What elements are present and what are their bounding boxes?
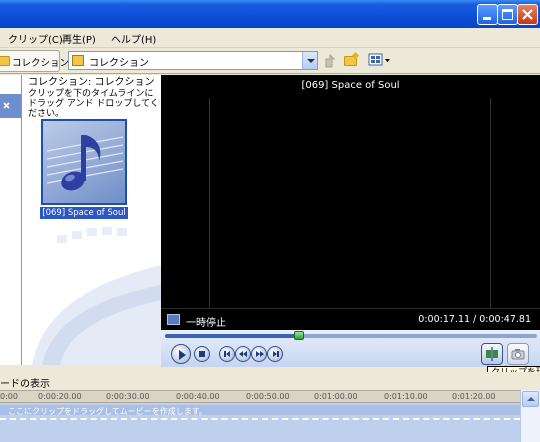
- storyboard-toggle-label[interactable]: ードの表示: [0, 375, 50, 390]
- playback-status: 一時停止: [186, 318, 226, 329]
- seek-thumb[interactable]: [294, 331, 304, 340]
- video-track[interactable]: ここにクリップをドラッグしてムービーを作成します。: [0, 403, 520, 442]
- close-pane-icon[interactable]: [0, 94, 21, 118]
- clip-thumbnail[interactable]: [41, 119, 127, 205]
- next-button[interactable]: [267, 346, 283, 362]
- views-button[interactable]: [368, 52, 392, 69]
- collection-pane: コレクション: コレクション クリップを下のタイムラインにドラッグ アンド ドロ…: [22, 75, 161, 365]
- clip-icon: [167, 314, 180, 325]
- ruler-tick: 0:01:00.00: [314, 392, 358, 401]
- collection-select-value: コレクション: [89, 58, 149, 69]
- menu-help[interactable]: ヘルプ(H): [111, 31, 156, 46]
- camera-icon: [511, 349, 525, 360]
- preview-title: [069] Space of Soul: [301, 80, 400, 91]
- split-clip-button[interactable]: [481, 343, 503, 365]
- folder-icon: [0, 56, 10, 66]
- timeline-ruler[interactable]: 0:00 0:00:20.00 0:00:30.00 0:00:40.00 0:…: [0, 390, 520, 403]
- storyboard-header: ードの表示: [0, 372, 540, 390]
- ruler-tick: 0:00:50.00: [246, 392, 290, 401]
- seek-bar-fill: [165, 334, 299, 338]
- take-picture-button[interactable]: [507, 343, 529, 365]
- ruler-tick: 0:00: [0, 392, 18, 401]
- minimize-icon: [483, 17, 491, 20]
- track-hint: ここにクリップをドラッグしてムービーを作成します。: [8, 407, 207, 416]
- clip-label[interactable]: [069] Space of Soul: [40, 207, 128, 219]
- ruler-tick: 0:00:30.00: [106, 392, 150, 401]
- collection-select[interactable]: コレクション: [68, 51, 318, 70]
- playback-time: 0:00:17.11 / 0:00:47.81: [418, 314, 531, 325]
- preview-monitor: [069] Space of Soul 一時停止 0:00:17.11 / 0:…: [161, 75, 540, 367]
- play-icon: [179, 350, 186, 360]
- collection-description: クリップを下のタイムラインにドラッグ アンド ドロップしてください。: [28, 89, 159, 119]
- filmstrip-watermark-icon: [32, 227, 161, 365]
- collections-button[interactable]: コレクション: [0, 50, 69, 72]
- music-note-icon: [46, 135, 124, 191]
- collection-icon: [72, 55, 84, 66]
- timeline-scrollbar[interactable]: [520, 390, 540, 442]
- title-bar: [0, 0, 540, 28]
- track-strip: ここにクリップをドラッグしてムービーを作成します。: [0, 405, 520, 416]
- forward-button[interactable]: [251, 346, 267, 362]
- maximize-button[interactable]: [497, 4, 518, 25]
- menu-clip[interactable]: クリップ(C): [8, 31, 63, 46]
- seek-bar[interactable]: [165, 331, 537, 340]
- scroll-up-icon[interactable]: [522, 391, 539, 407]
- up-folder-button[interactable]: [323, 53, 337, 68]
- ruler-tick: 0:00:20.00: [38, 392, 82, 401]
- up-arrow-icon: [325, 53, 336, 68]
- split-icon: [486, 347, 498, 361]
- menu-play[interactable]: 再生(P): [62, 31, 96, 46]
- collection-title: コレクション: コレクション: [28, 77, 155, 88]
- play-button[interactable]: [171, 344, 191, 364]
- previous-button[interactable]: [219, 346, 235, 362]
- menu-bar: クリップ(C) 再生(P) ヘルプ(H): [0, 28, 540, 48]
- collections-button-label: コレクション: [12, 58, 70, 69]
- track-drop-line: [0, 418, 520, 420]
- tasks-pane-header: [0, 94, 21, 118]
- preview-screen: [209, 98, 491, 308]
- new-folder-button[interactable]: [343, 51, 360, 68]
- chevron-down-icon[interactable]: [302, 52, 317, 69]
- tasks-pane: [0, 75, 22, 365]
- ruler-tick: 0:01:10.00: [384, 392, 428, 401]
- toolbar: コレクション コレクション: [0, 48, 540, 74]
- preview-status-bar: 一時停止 0:00:17.11 / 0:00:47.81: [161, 308, 540, 330]
- close-icon: [522, 9, 533, 20]
- views-icon: [368, 53, 390, 66]
- rewind-button[interactable]: [235, 346, 251, 362]
- minimize-button[interactable]: [477, 4, 498, 25]
- close-button[interactable]: [517, 4, 538, 25]
- ruler-tick: 0:00:40.00: [176, 392, 220, 401]
- stop-button[interactable]: [194, 346, 210, 362]
- ruler-tick: 0:01:20.00: [452, 392, 496, 401]
- maximize-icon: [502, 9, 513, 20]
- stop-icon: [199, 351, 205, 357]
